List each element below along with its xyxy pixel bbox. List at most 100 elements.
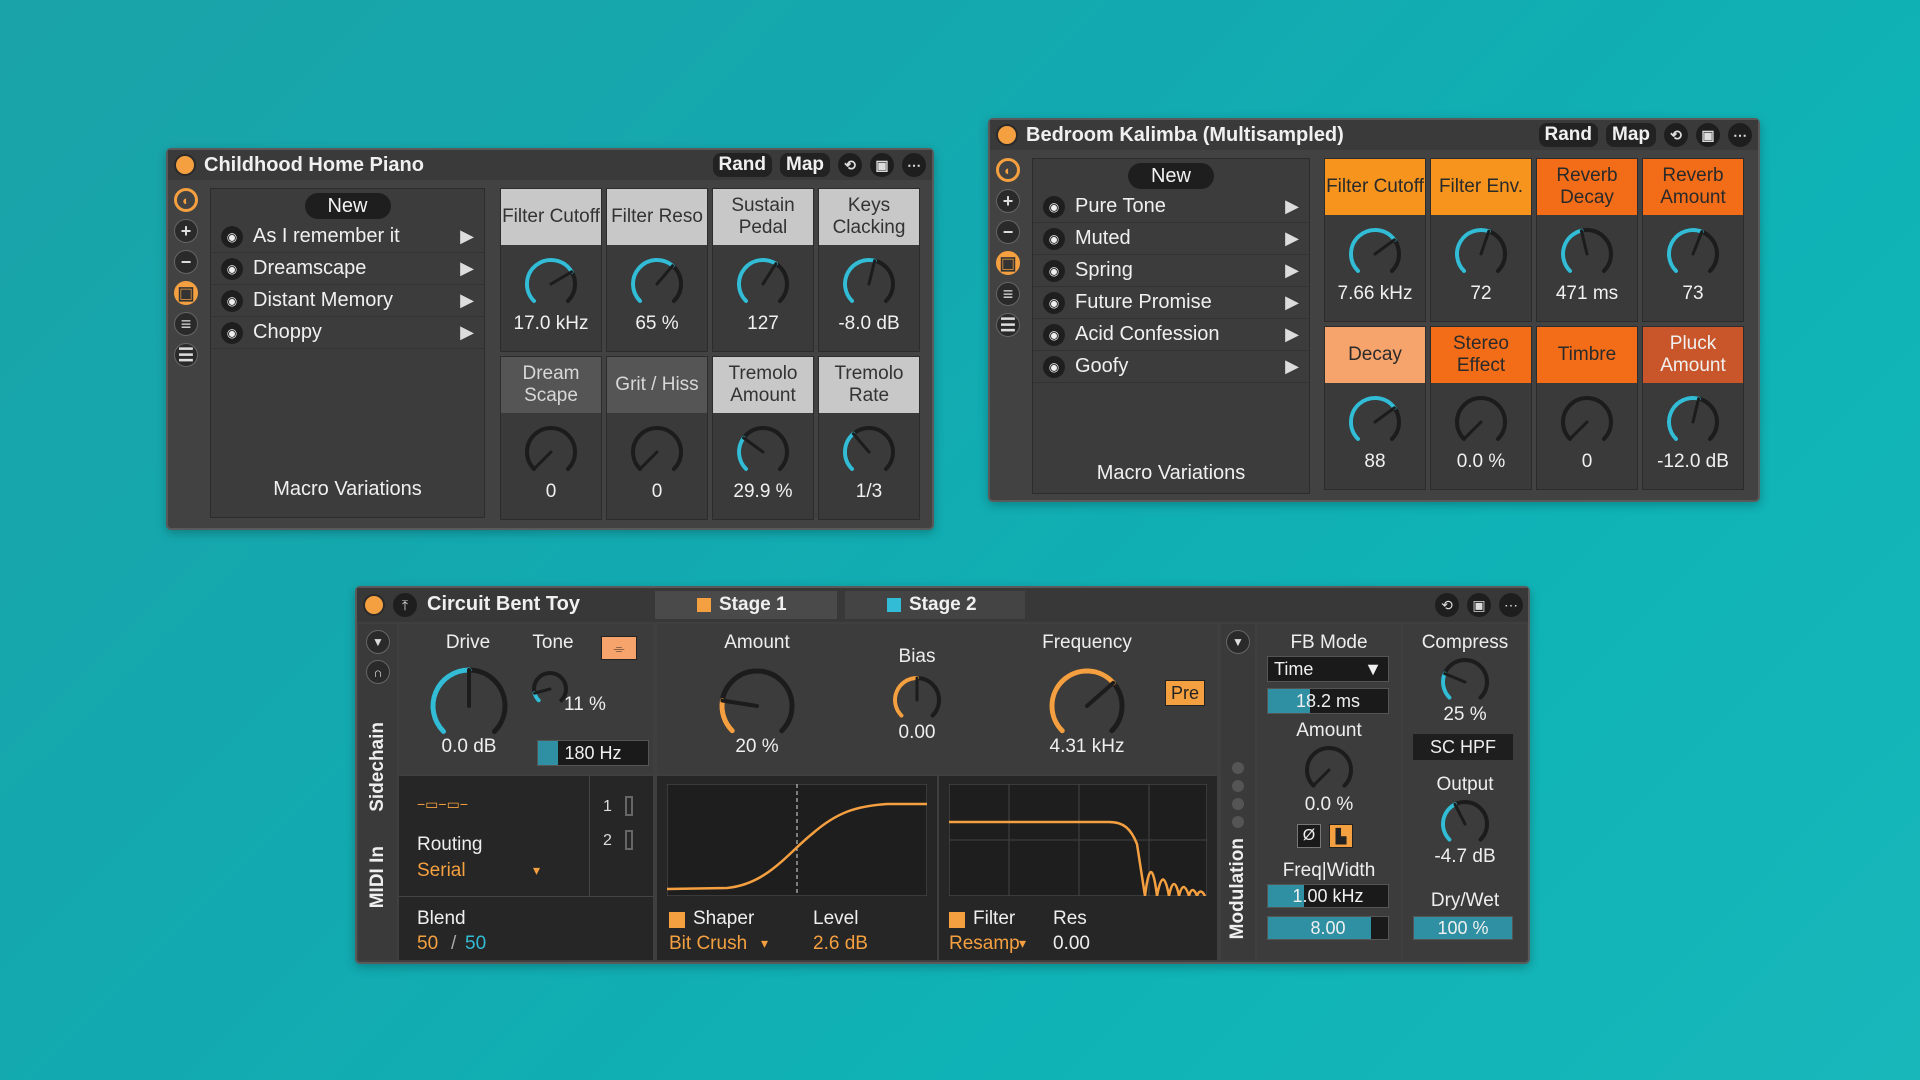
piano-power-button[interactable]: [174, 154, 196, 176]
macro-knob-cell[interactable]: Sustain Pedal 127: [712, 188, 814, 352]
macro-knob[interactable]: [626, 421, 688, 483]
headphone-icon[interactable]: ∩: [366, 660, 390, 684]
macro-knob-cell[interactable]: Dream Scape 0: [500, 356, 602, 520]
variation-item[interactable]: ◉ Acid Confession ▶: [1033, 319, 1309, 351]
variation-item[interactable]: ◉ Future Promise ▶: [1033, 287, 1309, 319]
variation-item[interactable]: ◉ Muted ▶: [1033, 223, 1309, 255]
add-macro-icon[interactable]: +: [174, 219, 198, 243]
macro-knob-cell[interactable]: Filter Reso 65 %: [606, 188, 708, 352]
piano-rand-button[interactable]: Rand: [712, 153, 772, 177]
macro-knob[interactable]: [1662, 223, 1724, 285]
variations-icon[interactable]: ▣: [174, 281, 198, 305]
fb-mode-dropdown[interactable]: Time ▼: [1267, 656, 1389, 682]
sidechain-label[interactable]: Sidechain: [367, 722, 389, 812]
camera-icon[interactable]: ◉: [1043, 323, 1065, 346]
variation-item[interactable]: ◉ Spring ▶: [1033, 255, 1309, 287]
modulation-collapse-icon[interactable]: ▼: [1226, 630, 1250, 654]
camera-icon[interactable]: ◉: [1043, 355, 1065, 378]
remove-macro-icon[interactable]: −: [174, 250, 198, 274]
camera-icon[interactable]: ◉: [1043, 195, 1065, 218]
macro-knob[interactable]: [1344, 391, 1406, 453]
add-macro-icon[interactable]: +: [996, 189, 1020, 213]
pre-button[interactable]: Pre: [1165, 680, 1205, 706]
kalimba-power-button[interactable]: [996, 124, 1018, 146]
variation-item[interactable]: ◉ Pure Tone ▶: [1033, 191, 1309, 223]
macro-knob-cell[interactable]: Timbre 0: [1536, 326, 1638, 490]
sc-hpf-button[interactable]: SC HPF: [1413, 734, 1513, 760]
list-icon[interactable]: ☰: [174, 343, 198, 367]
macro-knob[interactable]: [1344, 223, 1406, 285]
macro-knob[interactable]: [520, 253, 582, 315]
macro-knob[interactable]: [1556, 391, 1618, 453]
macro-knob[interactable]: [838, 253, 900, 315]
variation-item[interactable]: ◉ Distant Memory ▶: [211, 285, 484, 317]
play-arrow-icon[interactable]: ▶: [460, 322, 474, 343]
tone-filter-type-icon[interactable]: ⌯: [601, 636, 637, 660]
play-arrow-icon[interactable]: ▶: [1285, 324, 1299, 345]
macro-knob-cell[interactable]: Grit / Hiss 0: [606, 356, 708, 520]
dry-wet-field[interactable]: 100 %: [1413, 916, 1513, 940]
macro-knob[interactable]: [520, 421, 582, 483]
midi-in-label[interactable]: MIDI In: [367, 846, 389, 908]
macro-knob[interactable]: [1556, 223, 1618, 285]
more-icon[interactable]: ⋯: [902, 153, 926, 177]
blend-value-b[interactable]: 50: [465, 933, 486, 955]
fb-amount-knob[interactable]: [1301, 742, 1357, 798]
res-value[interactable]: 0.00: [1053, 933, 1090, 955]
macro-knob[interactable]: [732, 421, 794, 483]
camera-icon[interactable]: ◉: [221, 321, 243, 344]
variation-item[interactable]: ◉ Dreamscape ▶: [211, 253, 484, 285]
more-icon[interactable]: ⋯: [1499, 593, 1523, 617]
save-icon[interactable]: ▣: [1467, 593, 1491, 617]
view-icon[interactable]: ≡: [174, 312, 198, 336]
macro-knob-cell[interactable]: Stereo Effect 0.0 %: [1430, 326, 1532, 490]
fb-time-field[interactable]: 18.2 ms: [1267, 688, 1389, 714]
macro-knob-cell[interactable]: Keys Clacking -8.0 dB: [818, 188, 920, 352]
macro-knob-cell[interactable]: Tremolo Rate 1/3: [818, 356, 920, 520]
freq-field[interactable]: 1.00 kHz: [1267, 884, 1389, 908]
macro-knob[interactable]: [1662, 391, 1724, 453]
save-icon[interactable]: ▣: [870, 153, 894, 177]
upload-icon[interactable]: ⤒: [393, 593, 417, 617]
macro-knob[interactable]: [626, 253, 688, 315]
level-value[interactable]: 2.6 dB: [813, 933, 868, 955]
macro-toggle-icon[interactable]: ◐: [174, 188, 198, 212]
camera-icon[interactable]: ◉: [1043, 291, 1065, 314]
play-arrow-icon[interactable]: ▶: [460, 290, 474, 311]
macro-knob[interactable]: [1450, 391, 1512, 453]
play-arrow-icon[interactable]: ▶: [1285, 228, 1299, 249]
tab-stage-2[interactable]: Stage 2: [845, 591, 1025, 619]
kalimba-new-variation-button[interactable]: New: [1128, 163, 1214, 189]
blend-value-a[interactable]: 50: [417, 933, 438, 955]
macro-knob-cell[interactable]: Reverb Decay 471 ms: [1536, 158, 1638, 322]
camera-icon[interactable]: ◉: [1043, 259, 1065, 282]
refresh-icon[interactable]: ⟲: [838, 153, 862, 177]
hpf-frequency-field[interactable]: 180 Hz: [537, 740, 649, 766]
variation-item[interactable]: ◉ Goofy ▶: [1033, 351, 1309, 383]
shaper-curve-graph[interactable]: [667, 784, 927, 896]
refresh-icon[interactable]: ⟲: [1435, 593, 1459, 617]
kalimba-map-button[interactable]: Map: [1606, 123, 1656, 147]
shaper-type-dropdown[interactable]: Bit Crush: [669, 933, 747, 955]
more-icon[interactable]: ⋯: [1728, 123, 1752, 147]
variation-item[interactable]: ◉ Choppy ▶: [211, 317, 484, 349]
filter-toggle[interactable]: [949, 912, 965, 928]
tab-stage-1[interactable]: Stage 1: [655, 591, 837, 619]
list-icon[interactable]: ☰: [996, 313, 1020, 337]
view-icon[interactable]: ≡: [996, 282, 1020, 306]
camera-icon[interactable]: ◉: [1043, 227, 1065, 250]
macro-knob-cell[interactable]: Filter Env. 72: [1430, 158, 1532, 322]
macro-knob-cell[interactable]: Tremolo Amount 29.9 %: [712, 356, 814, 520]
macro-toggle-icon[interactable]: ◐: [996, 158, 1020, 182]
macro-knob[interactable]: [838, 421, 900, 483]
macro-knob-cell[interactable]: Pluck Amount -12.0 dB: [1642, 326, 1744, 490]
fb-spectrum-button[interactable]: ▙: [1329, 824, 1353, 848]
toy-power-button[interactable]: [363, 594, 385, 616]
play-arrow-icon[interactable]: ▶: [1285, 260, 1299, 281]
modulation-label[interactable]: Modulation: [1227, 838, 1249, 939]
macro-knob-cell[interactable]: Decay 88: [1324, 326, 1426, 490]
phase-invert-button[interactable]: Ø: [1297, 824, 1321, 848]
play-arrow-icon[interactable]: ▶: [1285, 196, 1299, 217]
save-icon[interactable]: ▣: [1696, 123, 1720, 147]
routing-dropdown-icon[interactable]: ▾: [533, 862, 540, 879]
